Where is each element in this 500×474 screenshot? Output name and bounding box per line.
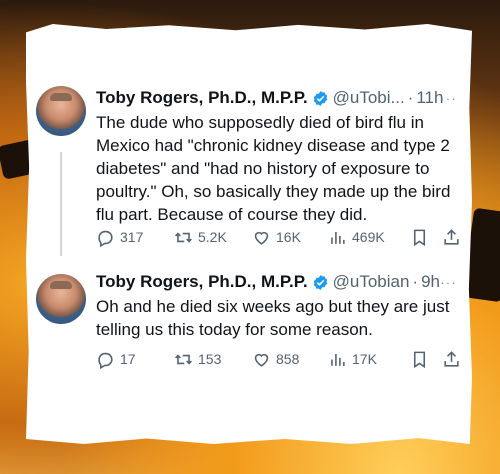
repost-button[interactable]: 5.2K (174, 228, 227, 247)
heart-icon (254, 231, 269, 245)
repost-count: 5.2K (198, 229, 227, 245)
tweet-text: Oh and he died six weeks ago but they ar… (96, 297, 450, 339)
reply-icon (98, 352, 113, 369)
like-button[interactable]: 858 (252, 350, 299, 369)
share-button[interactable] (442, 350, 466, 369)
thread-connector-line (60, 152, 62, 256)
avatar[interactable] (36, 86, 86, 136)
reply-button[interactable]: 17 (96, 350, 136, 369)
views-icon (331, 353, 345, 366)
bookmark-button[interactable] (410, 350, 434, 369)
share-icon (444, 351, 459, 367)
like-count: 858 (276, 351, 300, 367)
tweet-header: Toby Rogers, Ph.D., M.P.P. @uTobian · 9h (96, 272, 440, 292)
verified-badge-icon (313, 90, 327, 106)
tweet-actions: 17 153 858 17K (96, 350, 466, 372)
separator-dot: · (412, 272, 419, 291)
views-button[interactable]: 17K (328, 350, 377, 369)
timestamp[interactable]: 9h (421, 272, 440, 292)
reply-button[interactable]: 317 (96, 228, 143, 247)
bookmark-button[interactable] (410, 228, 434, 247)
share-icon (444, 229, 459, 245)
views-count: 469K (352, 229, 385, 245)
reply-icon (98, 230, 113, 247)
verified-badge-icon (313, 274, 327, 290)
author-handle[interactable]: @uTobi... (333, 88, 405, 108)
repost-button[interactable]: 153 (174, 350, 221, 369)
repost-count: 153 (198, 351, 222, 367)
tweet-actions: 317 5.2K 16K 469K (96, 228, 466, 250)
bookmark-icon (413, 229, 426, 247)
views-icon (331, 231, 345, 244)
repost-icon (175, 354, 192, 365)
tweet-header: Toby Rogers, Ph.D., M.P.P. @uTobi... · 1… (96, 88, 443, 108)
like-count: 16K (276, 229, 301, 245)
bookmark-icon (413, 351, 426, 369)
heart-icon (254, 353, 269, 367)
share-button[interactable] (442, 228, 466, 247)
more-options-icon[interactable]: ··· (440, 90, 457, 106)
more-options-icon[interactable]: ··· (440, 274, 457, 290)
reply-count: 317 (120, 229, 144, 245)
repost-icon (175, 232, 192, 243)
author-name[interactable]: Toby Rogers, Ph.D., M.P.P. (96, 88, 308, 108)
like-button[interactable]: 16K (252, 228, 301, 247)
views-count: 17K (352, 351, 377, 367)
reply-count: 17 (120, 351, 136, 367)
tweet-thread-card: Toby Rogers, Ph.D., M.P.P. @uTobi... · 1… (26, 24, 472, 444)
avatar[interactable] (36, 274, 86, 324)
views-button[interactable]: 469K (328, 228, 385, 247)
author-handle[interactable]: @uTobian (333, 272, 410, 292)
separator-dot: · (407, 88, 414, 107)
tweet-text: The dude who supposedly died of bird flu… (96, 113, 451, 224)
author-name[interactable]: Toby Rogers, Ph.D., M.P.P. (96, 272, 308, 292)
